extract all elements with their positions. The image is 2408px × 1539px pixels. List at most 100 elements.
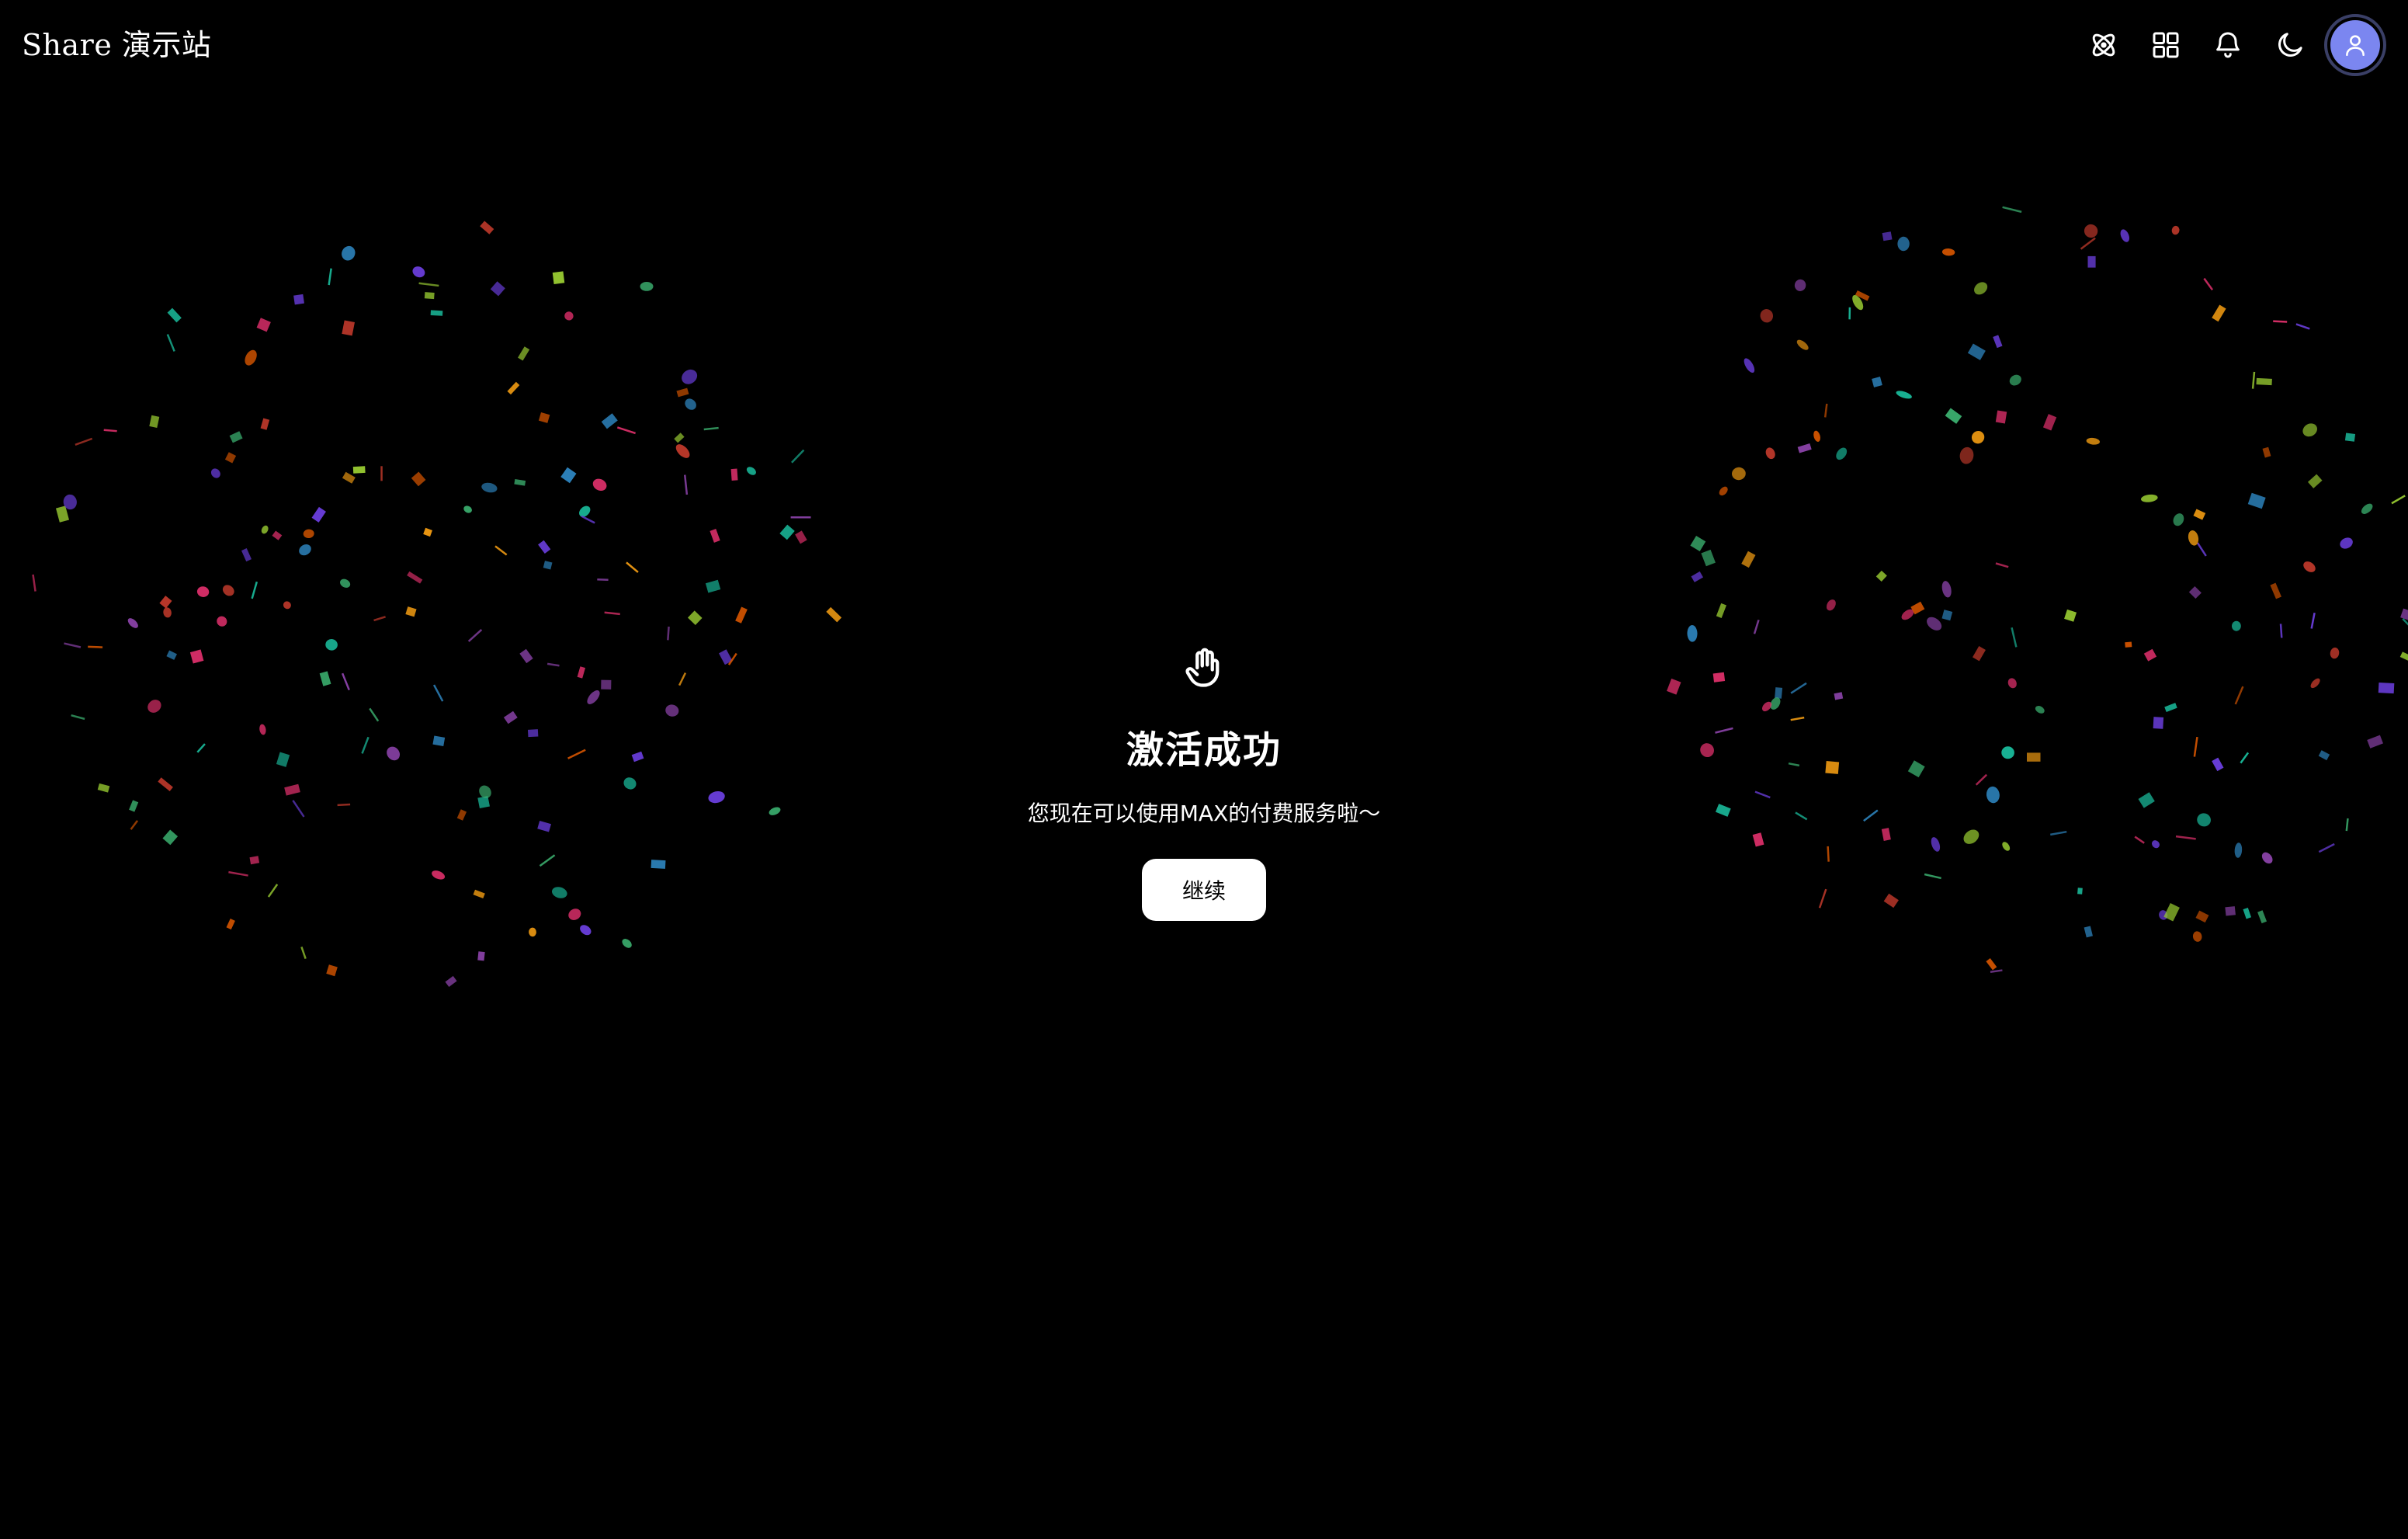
confetti-piece xyxy=(423,527,432,537)
confetti-piece xyxy=(2080,237,2096,250)
confetti-piece xyxy=(55,505,70,523)
confetti-piece xyxy=(424,292,435,300)
atom-icon xyxy=(2092,33,2115,57)
confetti-piece xyxy=(241,548,252,562)
success-message: 您现在可以使用MAX的付费服务啦～ xyxy=(1027,801,1381,826)
confetti-piece xyxy=(272,530,283,540)
confetti-piece xyxy=(682,369,698,384)
confetti-piece xyxy=(418,282,439,287)
hand-icon xyxy=(1185,648,1220,687)
page-title: 激活成功 xyxy=(1126,728,1282,772)
confetti-piece xyxy=(2173,513,2184,526)
confetti-piece xyxy=(703,426,719,431)
avatar xyxy=(2330,20,2380,70)
confetti-piece xyxy=(210,468,220,478)
confetti-piece xyxy=(1687,625,1698,642)
confetti-piece xyxy=(412,266,425,278)
confetti-piece xyxy=(735,606,748,624)
confetti-piece xyxy=(543,561,553,570)
confetti-piece xyxy=(1959,446,1974,464)
confetti-piece xyxy=(2295,323,2310,330)
confetti-piece xyxy=(2302,423,2318,437)
confetti-piece xyxy=(32,574,36,592)
confetti-piece xyxy=(514,478,526,486)
confetti-piece xyxy=(687,610,703,625)
confetti-piece xyxy=(579,505,591,517)
theme-toggle-button[interactable] xyxy=(2265,20,2315,70)
confetti-piece xyxy=(1701,549,1716,567)
confetti-piece xyxy=(2086,437,2100,445)
confetti-piece xyxy=(1910,601,1925,615)
confetti-piece xyxy=(601,413,618,429)
confetti-piece xyxy=(730,468,738,481)
confetti-piece xyxy=(342,245,356,261)
atom-icon-button[interactable] xyxy=(2079,20,2129,70)
confetti-piece xyxy=(705,579,721,593)
confetti-piece xyxy=(328,268,332,286)
confetti-piece xyxy=(667,626,670,641)
confetti-piece xyxy=(163,607,172,618)
confetti-piece xyxy=(303,529,314,539)
confetti-piece xyxy=(1896,391,1912,399)
confetti-piece xyxy=(1796,339,1809,350)
confetti-piece xyxy=(2188,530,2199,546)
confetti-piece xyxy=(196,586,210,597)
confetti-piece xyxy=(1744,358,1755,373)
apps-grid-button[interactable] xyxy=(2141,20,2191,70)
confetti-piece xyxy=(1852,294,1864,311)
confetti-piece xyxy=(2310,613,2316,629)
confetti-piece xyxy=(592,478,607,492)
confetti-piece xyxy=(2391,495,2406,505)
confetti-piece xyxy=(1719,486,1728,496)
confetti-piece xyxy=(1897,236,1910,252)
confetti-piece xyxy=(2042,414,2057,431)
confetti-piece xyxy=(2064,609,2077,622)
confetti-piece xyxy=(746,467,756,475)
confetti-piece xyxy=(490,281,505,297)
confetti-piece xyxy=(1823,403,1828,418)
confetti-piece xyxy=(407,571,423,584)
confetti-piece xyxy=(1732,467,1746,481)
confetti-piece xyxy=(597,578,609,582)
confetti-piece xyxy=(430,310,443,316)
confetti-piece xyxy=(1875,570,1887,582)
confetti-piece xyxy=(2188,585,2202,599)
confetti-piece xyxy=(581,515,595,524)
confetti-piece xyxy=(256,318,271,332)
confetti-piece xyxy=(2256,377,2272,386)
success-panel: 激活成功 您现在可以使用MAX的付费服务啦～ 继续 xyxy=(0,644,2408,921)
confetti-piece xyxy=(616,426,636,435)
grid-icon xyxy=(2153,32,2179,58)
confetti-piece xyxy=(480,221,494,234)
confetti-piece xyxy=(604,611,620,616)
user-avatar-button[interactable] xyxy=(2324,14,2386,76)
confetti-piece xyxy=(1941,581,1952,598)
confetti-piece xyxy=(1993,335,2003,349)
notifications-button[interactable] xyxy=(2203,20,2253,70)
confetti-piece xyxy=(2140,494,2158,502)
confetti-piece xyxy=(217,616,227,627)
confetti-piece xyxy=(1794,279,1806,291)
confetti-piece xyxy=(1855,290,1870,301)
confetti-piece xyxy=(685,398,696,410)
confetti-piece xyxy=(580,925,592,936)
confetti-piece xyxy=(1941,248,1955,256)
continue-button[interactable]: 继续 xyxy=(1142,859,1266,921)
confetti-piece xyxy=(167,307,182,323)
confetti-piece xyxy=(1813,430,1820,442)
confetti-piece xyxy=(674,433,685,443)
confetti-piece xyxy=(2303,561,2316,572)
confetti-piece xyxy=(2402,618,2408,633)
confetti-piece xyxy=(1995,410,2007,424)
confetti-piece xyxy=(1995,562,2009,568)
confetti-piece xyxy=(229,431,243,443)
confetti-piece xyxy=(507,381,520,395)
confetti-piece xyxy=(283,601,291,610)
confetti-piece xyxy=(1927,617,1942,631)
confetti-piece xyxy=(1765,447,1775,460)
confetti-piece xyxy=(463,505,472,513)
confetti-piece xyxy=(311,506,326,523)
confetti-piece xyxy=(626,561,639,573)
brand-title[interactable]: Share 演示站 xyxy=(22,23,211,67)
confetti-piece xyxy=(826,606,842,623)
